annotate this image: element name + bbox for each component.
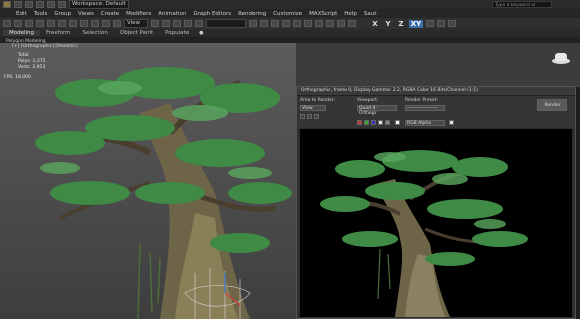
tab-object-paint[interactable]: Object Paint — [114, 30, 159, 36]
save-file-icon[interactable] — [36, 1, 44, 8]
menu-group[interactable]: Group — [52, 11, 73, 17]
menu-views[interactable]: Views — [76, 11, 96, 17]
menu-modifiers[interactable]: Modifiers — [124, 11, 153, 17]
save-image-icon[interactable] — [300, 114, 305, 119]
workspace-dropdown[interactable]: Workspace: Default — [69, 0, 129, 9]
bind-icon[interactable] — [36, 20, 44, 27]
curve-editor-icon[interactable] — [282, 20, 290, 27]
ribbon-tabs: Modeling Freeform Selection Object Paint… — [0, 29, 580, 37]
clone-frame-icon[interactable] — [314, 114, 319, 119]
menu-saut[interactable]: Saut — [362, 11, 379, 17]
menu-tools[interactable]: Tools — [32, 11, 50, 17]
command-panel — [296, 43, 580, 87]
select-icon[interactable] — [47, 20, 55, 27]
alpha-channel-icon[interactable] — [378, 120, 383, 125]
snap-icon[interactable] — [162, 20, 170, 27]
window-crossing-icon[interactable] — [80, 20, 88, 27]
percent-snap-icon[interactable] — [184, 20, 192, 27]
render-window-title: Orthographic, frame 0, Display Gamma: 2.… — [297, 87, 575, 96]
align-icon[interactable] — [260, 20, 268, 27]
green-channel-icon[interactable] — [364, 120, 369, 125]
undo-tool-icon[interactable] — [3, 20, 11, 27]
mono-channel-icon[interactable] — [385, 120, 390, 125]
angle-snap-icon[interactable] — [173, 20, 181, 27]
render-setup-icon[interactable] — [315, 20, 323, 27]
area-to-render-dropdown[interactable]: View — [300, 105, 326, 111]
mirror-icon[interactable] — [249, 20, 257, 27]
viewport-dropdown[interactable]: Quad 4 - Orthogr — [357, 105, 397, 116]
menu-maxscript[interactable]: MAXScript — [307, 11, 339, 17]
named-selection-dropdown[interactable] — [206, 19, 246, 28]
pivot-icon[interactable] — [151, 20, 159, 27]
area-to-render-label: Area to Render: — [300, 98, 336, 103]
blue-channel-icon[interactable] — [371, 120, 376, 125]
open-file-icon[interactable] — [25, 1, 33, 8]
new-file-icon[interactable] — [14, 1, 22, 8]
rendered-image — [300, 129, 572, 317]
redo-icon[interactable] — [58, 1, 66, 8]
rotate-icon[interactable] — [102, 20, 110, 27]
render-icon[interactable] — [337, 20, 345, 27]
menu-edit[interactable]: Edit — [14, 11, 29, 17]
color-swatch[interactable] — [449, 120, 454, 125]
viewport-label-rw: Viewport: — [357, 98, 379, 103]
undo-icon[interactable] — [47, 1, 55, 8]
axis-xy-button[interactable]: XY — [409, 19, 423, 28]
render-preset-dropdown[interactable]: ------------------- — [405, 105, 445, 111]
move-icon[interactable] — [91, 20, 99, 27]
unlink-icon[interactable] — [25, 20, 33, 27]
copy-image-icon[interactable] — [307, 114, 312, 119]
extra-tool-icon[interactable] — [448, 20, 456, 27]
schematic-icon[interactable] — [293, 20, 301, 27]
material-editor-icon[interactable] — [304, 20, 312, 27]
tab-selection[interactable]: Selection — [77, 30, 114, 36]
menu-animation[interactable]: Animation — [156, 11, 188, 17]
tab-modeling[interactable]: Modeling — [3, 30, 41, 36]
viewport-orthographic[interactable]: [+] [Orthographic] [Realistic] Total Pol… — [0, 43, 296, 319]
axis-z-button[interactable]: Z — [396, 20, 406, 28]
app-menu-icon[interactable] — [3, 1, 11, 8]
render-button[interactable]: Render — [537, 99, 567, 111]
clear-icon[interactable] — [395, 120, 400, 125]
quick-access-bar: Workspace: Default Type a keyword or phr… — [0, 0, 580, 15]
constraint-icon[interactable] — [426, 20, 434, 27]
spinner-snap-icon[interactable] — [195, 20, 203, 27]
render-frame-icon[interactable] — [326, 20, 334, 27]
menu-rendering[interactable]: Rendering — [236, 11, 268, 17]
teapot-render-icon[interactable] — [348, 20, 356, 27]
axis-x-button[interactable]: X — [370, 20, 380, 28]
ribbon-toggle-icon[interactable]: ● — [199, 30, 203, 36]
menu-bar: Edit Tools Group Views Create Modifiers … — [0, 9, 580, 18]
scale-icon[interactable] — [113, 20, 121, 27]
snap-toggle-icon[interactable] — [437, 20, 445, 27]
render-preset-label: Render Preset: — [405, 98, 438, 103]
menu-customize[interactable]: Customize — [271, 11, 304, 17]
menu-graph-editors[interactable]: Graph Editors — [191, 11, 233, 17]
tab-populate[interactable]: Populate — [159, 30, 195, 36]
tab-freeform[interactable]: Freeform — [40, 30, 77, 36]
tree-model-viewport — [35, 67, 292, 319]
menu-help[interactable]: Help — [342, 11, 359, 17]
layers-icon[interactable] — [271, 20, 279, 27]
rect-select-icon[interactable] — [69, 20, 77, 27]
teapot-icon — [552, 53, 570, 64]
axis-y-button[interactable]: Y — [383, 20, 393, 28]
rendered-frame-window: Orthographic, frame 0, Display Gamma: 2.… — [296, 86, 576, 319]
search-input[interactable]: Type a keyword or phrase — [492, 1, 552, 15]
red-channel-icon[interactable] — [357, 120, 362, 125]
reference-coord-dropdown[interactable]: View — [124, 19, 148, 28]
channel-display-dropdown[interactable]: RGB Alpha — [405, 120, 445, 126]
render-window-controls: Area to Render: View Viewport: Quad 4 - … — [297, 96, 575, 128]
link-icon[interactable] — [14, 20, 22, 27]
menu-create[interactable]: Create — [99, 11, 121, 17]
rendered-tree — [320, 150, 528, 317]
select-by-name-icon[interactable] — [58, 20, 66, 27]
